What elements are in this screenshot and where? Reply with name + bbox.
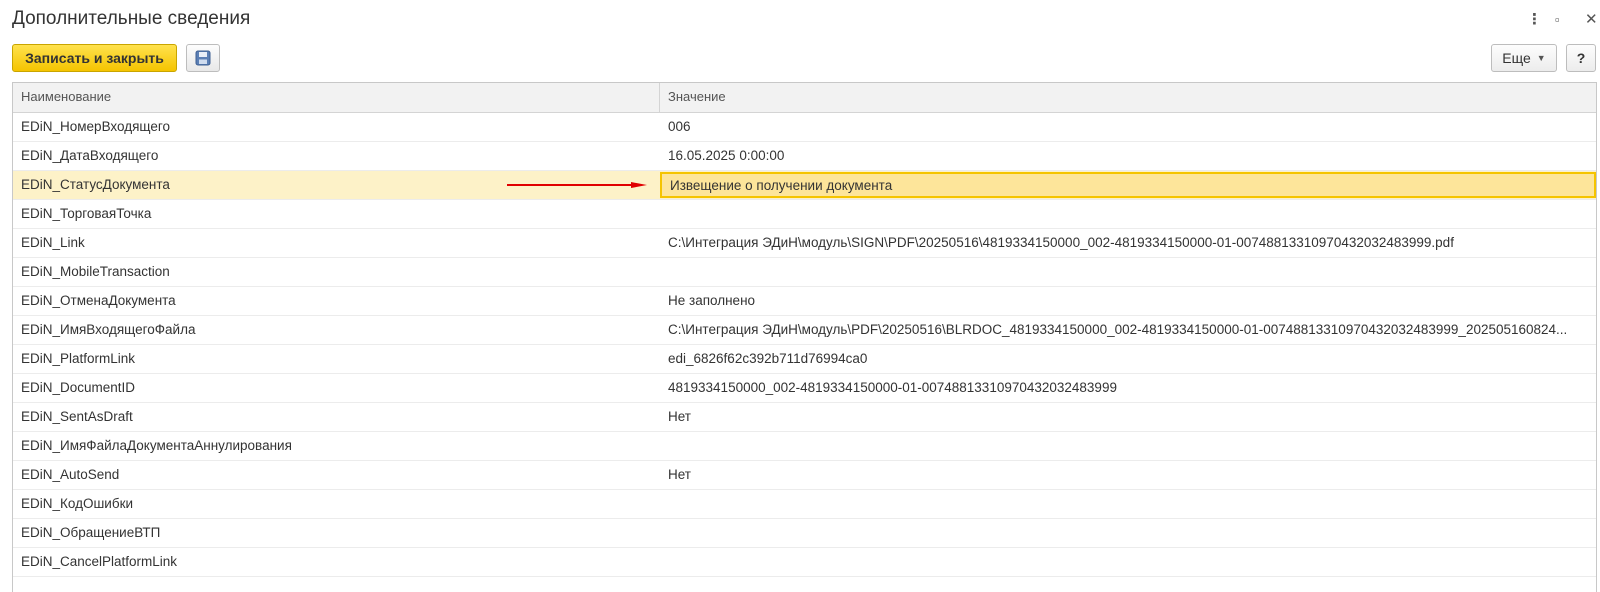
cell-name: EDiN_ТорговаяТочка [21, 206, 152, 221]
table-row[interactable]: EDiN_ИмяВходящегоФайла C:\Интеграция ЭДиН… [13, 316, 1596, 345]
table-body: EDiN_НомерВходящего 006 EDiN_ДатаВходящего… [13, 113, 1596, 577]
cell-value[interactable] [660, 200, 1596, 228]
maximize-icon[interactable]: ▫ [1555, 10, 1560, 30]
cell-value[interactable] [660, 519, 1596, 547]
table-row[interactable]: EDiN_СтатусДокумента Извещение о получени… [13, 171, 1596, 200]
cell-value[interactable] [660, 432, 1596, 460]
cell-name: EDiN_CancelPlatformLink [21, 554, 178, 569]
cell-name: EDiN_DocumentID [21, 380, 136, 395]
cell-value[interactable]: Нет [660, 461, 1596, 489]
table-row[interactable]: EDiN_Link C:\Интеграция ЭДиН\модуль\SIGN\… [13, 229, 1596, 258]
chevron-down-icon: ▼ [1536, 53, 1546, 63]
table-row[interactable]: EDiN_CancelPlatformLink [13, 548, 1596, 577]
table-row[interactable]: EDiN_DocumentID 4819334150000_002-4819334… [13, 374, 1596, 403]
cell-name: EDiN_AutoSend [21, 467, 120, 482]
cell-value[interactable]: C:\Интеграция ЭДиН\модуль\SIGN\PDF\20250… [660, 229, 1596, 257]
cell-name: EDiN_ИмяВходящегоФайла [21, 322, 196, 337]
cell-name: EDiN_SentAsDraft [21, 409, 133, 424]
more-button[interactable]: Еще ▼ [1491, 44, 1557, 72]
table-row[interactable]: EDiN_НомерВходящего 006 [13, 113, 1596, 142]
cell-value[interactable]: Извещение о получении документа [660, 172, 1596, 198]
table-header: Наименование Значение [13, 83, 1596, 113]
table-row[interactable]: EDiN_ОбращениеВТП [13, 519, 1596, 548]
cell-value[interactable]: Нет [660, 403, 1596, 431]
close-icon[interactable]: ✕ [1585, 10, 1598, 30]
save-button[interactable] [186, 44, 220, 72]
table-row[interactable]: EDiN_ТорговаяТочка [13, 200, 1596, 229]
cell-value[interactable]: 4819334150000_002-4819334150000-01-00748… [660, 374, 1596, 402]
annotation-arrow-icon [507, 182, 647, 188]
cell-name: EDiN_ОбращениеВТП [21, 525, 161, 540]
cell-name: EDiN_MobileTransaction [21, 264, 170, 279]
cell-value[interactable] [660, 548, 1596, 576]
cell-value[interactable]: Не заполнено [660, 287, 1596, 315]
help-button-label: ? [1576, 50, 1586, 66]
cell-name: EDiN_PlatformLink [21, 351, 136, 366]
cell-value[interactable]: 16.05.2025 0:00:00 [660, 142, 1596, 170]
table-row[interactable]: EDiN_КодОшибки [13, 490, 1596, 519]
help-button[interactable]: ? [1566, 44, 1596, 72]
cell-name: EDiN_КодОшибки [21, 496, 134, 511]
cell-value[interactable] [660, 258, 1596, 286]
floppy-disk-icon [195, 50, 211, 66]
column-header-name[interactable]: Наименование [13, 83, 660, 112]
table-row[interactable]: EDiN_ДатаВходящего 16.05.2025 0:00:00 [13, 142, 1596, 171]
page-title: Дополнительные сведения [12, 8, 251, 29]
column-header-value[interactable]: Значение [660, 83, 1596, 112]
cell-value[interactable]: 006 [660, 113, 1596, 141]
save-and-close-button[interactable]: Записать и закрыть [12, 44, 177, 72]
cell-value[interactable]: C:\Интеграция ЭДиН\модуль\PDF\20250516\B… [660, 316, 1596, 344]
table-row[interactable]: EDiN_PlatformLink edi_6826f62c392b711d769… [13, 345, 1596, 374]
table-row[interactable]: EDiN_SentAsDraft Нет [13, 403, 1596, 432]
cell-value[interactable]: edi_6826f62c392b711d76994ca0 [660, 345, 1596, 373]
cell-name: EDiN_НомерВходящего [21, 119, 171, 134]
cell-name: EDiN_ДатаВходящего [21, 148, 159, 163]
properties-table: Наименование Значение EDiN_НомерВходящег… [12, 82, 1597, 592]
more-button-label: Еще [1502, 50, 1531, 66]
table-row[interactable]: EDiN_ОтменаДокумента Не заполнено [13, 287, 1596, 316]
cell-name: EDiN_ИмяФайлаДокументаАннулирования [21, 438, 292, 453]
save-and-close-label: Записать и закрыть [25, 50, 164, 66]
cell-name: EDiN_Link [21, 235, 85, 250]
more-actions-icon[interactable]: ⋮ [1527, 10, 1542, 30]
table-row[interactable]: EDiN_ИмяФайлаДокументаАннулирования [13, 432, 1596, 461]
cell-value[interactable] [660, 490, 1596, 518]
cell-name: EDiN_ОтменаДокумента [21, 293, 176, 308]
table-row[interactable]: EDiN_AutoSend Нет [13, 461, 1596, 490]
table-row[interactable]: EDiN_MobileTransaction [13, 258, 1596, 287]
